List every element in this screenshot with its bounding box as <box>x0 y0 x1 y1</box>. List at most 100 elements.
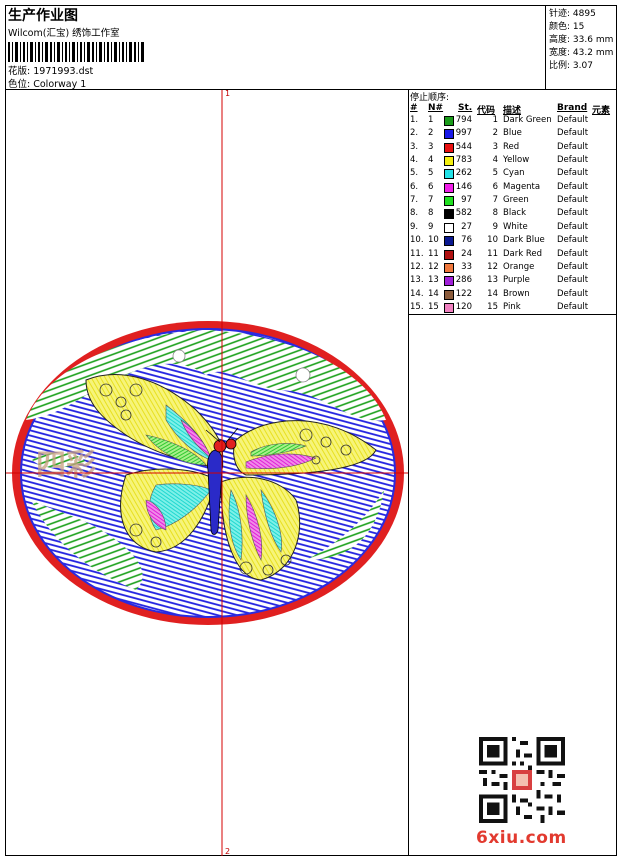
stop-sequence-row: 9. 9 27 9 White Default <box>409 222 617 235</box>
row-index: 1. <box>410 115 419 125</box>
row-needle: 13 <box>428 275 439 286</box>
row-description: Black <box>503 208 526 219</box>
color-swatch <box>444 116 454 126</box>
color-swatch <box>444 129 454 140</box>
row-brand: Default <box>557 141 589 152</box>
row-index: 11. <box>410 248 424 259</box>
row-description: Yellow <box>503 155 530 166</box>
row-index: 9. <box>410 221 419 232</box>
stop-sequence-row: 15. 15 120 15 Pink Default <box>409 302 617 315</box>
row-description: Orange <box>503 261 535 272</box>
row-stitch-count: 76 <box>461 235 472 246</box>
row-needle: 14 <box>428 288 439 299</box>
row-description: White <box>503 221 528 232</box>
axis-top-label: 1 <box>225 89 231 98</box>
row-brand: Default <box>557 168 589 179</box>
row-brand: Default <box>557 115 589 125</box>
stat-stitches: 针迹: 4895 <box>549 9 596 19</box>
color-swatch <box>444 236 454 247</box>
color-swatch <box>444 142 454 153</box>
row-needle: 1 <box>428 115 434 125</box>
row-index: 8. <box>410 208 419 219</box>
row-code: 13 <box>487 275 498 286</box>
row-needle: 6 <box>428 181 434 192</box>
row-code: 14 <box>487 288 498 299</box>
barcode <box>8 42 144 62</box>
stop-sequence-row: 12. 12 33 12 Orange Default <box>409 262 617 275</box>
stop-sequence-title: 停止顺序: <box>410 93 450 103</box>
company-name: Wilcom(汇宝) 绣饰工作室 <box>8 28 120 39</box>
col-header-stitches: St. <box>458 103 473 113</box>
stop-sequence-row: 1. 1 794 1 Dark Green Default <box>409 115 617 128</box>
row-index: 3. <box>410 141 419 152</box>
color-swatch <box>444 249 454 260</box>
row-brand: Default <box>557 128 589 139</box>
white-spot <box>172 349 186 363</box>
stop-sequence-row: 3. 3 544 3 Red Default <box>409 142 617 155</box>
row-index: 7. <box>410 195 419 206</box>
stat-height: 高度: 33.6 mm <box>549 35 614 45</box>
row-index: 10. <box>410 235 424 246</box>
design-stats: 针迹: 4895 颜色: 15 高度: 33.6 mm 宽度: 43.2 mm … <box>546 5 617 89</box>
row-description: Pink <box>503 301 521 312</box>
stat-width: 宽度: 43.2 mm <box>549 48 614 58</box>
row-brand: Default <box>557 221 589 232</box>
row-stitch-count: 120 <box>455 301 472 312</box>
color-swatch <box>444 209 454 220</box>
color-swatch <box>444 276 454 287</box>
row-code: 8 <box>492 208 498 219</box>
row-brand: Default <box>557 301 589 312</box>
row-brand: Default <box>557 261 589 272</box>
color-swatch <box>444 196 454 207</box>
row-description: Dark Blue <box>503 235 545 246</box>
row-code: 3 <box>492 141 498 152</box>
row-brand: Default <box>557 288 589 299</box>
row-index: 2. <box>410 128 419 139</box>
row-code: 9 <box>492 221 498 232</box>
row-code: 6 <box>492 181 498 192</box>
stop-sequence-row: 10. 10 76 10 Dark Blue Default <box>409 235 617 248</box>
row-stitch-count: 97 <box>461 195 472 206</box>
table-bottom-divider <box>408 314 617 315</box>
row-needle: 10 <box>428 235 439 246</box>
row-code: 2 <box>492 128 498 139</box>
row-brand: Default <box>557 248 589 259</box>
color-swatch <box>444 302 454 313</box>
stop-sequence-row: 13. 13 286 13 Purple Default <box>409 275 617 288</box>
stat-scale: 比例: 3.07 <box>549 61 593 71</box>
stop-sequence-row: 11. 11 24 11 Dark Red Default <box>409 249 617 262</box>
row-description: Purple <box>503 275 530 286</box>
stop-sequence-row: 7. 7 97 7 Green Default <box>409 195 617 208</box>
white-spot <box>295 367 311 383</box>
row-stitch-count: 544 <box>455 141 472 152</box>
row-description: Green <box>503 195 529 206</box>
stop-sequence-row: 14. 14 122 14 Brown Default <box>409 289 617 302</box>
row-brand: Default <box>557 181 589 192</box>
row-description: Cyan <box>503 168 525 179</box>
row-brand: Default <box>557 195 589 206</box>
row-code: 12 <box>487 261 498 272</box>
row-code: 11 <box>487 248 498 259</box>
row-stitch-count: 582 <box>455 208 472 219</box>
row-needle: 15 <box>428 301 439 312</box>
row-index: 12. <box>410 261 424 272</box>
row-description: Dark Green <box>503 115 552 125</box>
document-title: 生产作业图 <box>8 8 78 24</box>
row-code: 5 <box>492 168 498 179</box>
colorway-line: 色位: Colorway 1 <box>8 76 86 90</box>
row-brand: Default <box>557 155 589 166</box>
row-stitch-count: 27 <box>461 221 472 232</box>
row-index: 4. <box>410 155 419 166</box>
row-brand: Default <box>557 208 589 219</box>
color-swatch <box>444 182 454 193</box>
row-needle: 11 <box>428 248 439 259</box>
row-needle: 12 <box>428 261 439 272</box>
color-swatch <box>444 169 454 180</box>
qr-code <box>479 737 565 823</box>
row-index: 5. <box>410 168 419 179</box>
row-code: 15 <box>487 301 498 312</box>
row-description: Brown <box>503 288 530 299</box>
color-swatch <box>444 156 454 167</box>
row-stitch-count: 783 <box>455 155 472 166</box>
row-index: 13. <box>410 275 424 286</box>
